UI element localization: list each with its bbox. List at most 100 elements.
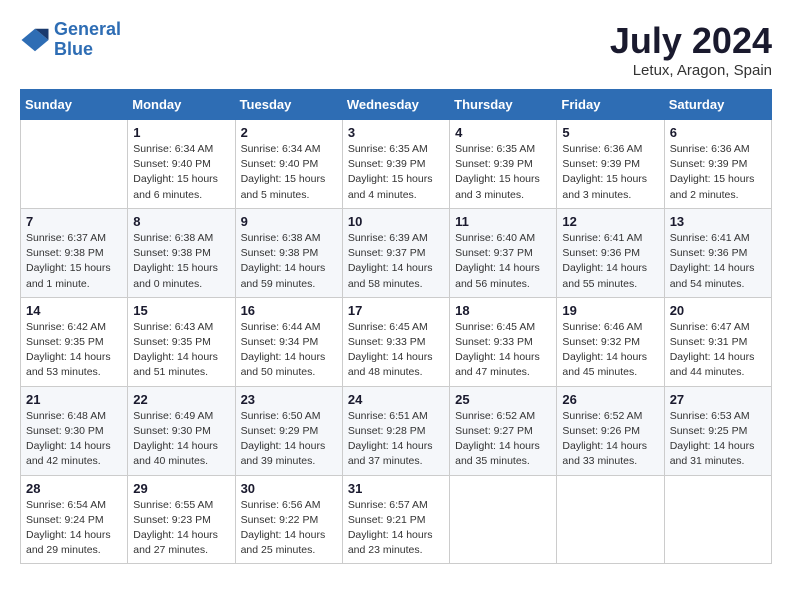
page-header: General Blue July 2024 Letux, Aragon, Sp… xyxy=(20,20,772,79)
calendar-table: SundayMondayTuesdayWednesdayThursdayFrid… xyxy=(20,89,772,564)
calendar-cell: 24 Sunrise: 6:51 AMSunset: 9:28 PMDayligh… xyxy=(342,386,449,475)
day-info: Sunrise: 6:41 AMSunset: 9:36 PMDaylight:… xyxy=(670,231,766,292)
day-info: Sunrise: 6:35 AMSunset: 9:39 PMDaylight:… xyxy=(455,142,551,203)
day-number: 6 xyxy=(670,125,766,140)
day-number: 13 xyxy=(670,214,766,229)
day-number: 9 xyxy=(241,214,337,229)
day-info: Sunrise: 6:45 AMSunset: 9:33 PMDaylight:… xyxy=(348,320,444,381)
week-row-2: 7 Sunrise: 6:37 AMSunset: 9:38 PMDaylight… xyxy=(21,208,772,297)
logo-line1: General xyxy=(54,19,121,39)
day-number: 15 xyxy=(133,303,229,318)
day-info: Sunrise: 6:36 AMSunset: 9:39 PMDaylight:… xyxy=(562,142,658,203)
day-number: 23 xyxy=(241,392,337,407)
day-number: 2 xyxy=(241,125,337,140)
day-info: Sunrise: 6:34 AMSunset: 9:40 PMDaylight:… xyxy=(241,142,337,203)
day-info: Sunrise: 6:42 AMSunset: 9:35 PMDaylight:… xyxy=(26,320,122,381)
title-block: July 2024 Letux, Aragon, Spain xyxy=(610,20,772,79)
logo-line2: Blue xyxy=(54,39,93,59)
day-number: 24 xyxy=(348,392,444,407)
day-info: Sunrise: 6:45 AMSunset: 9:33 PMDaylight:… xyxy=(455,320,551,381)
calendar-cell: 10Sunrise: 6:39 AMSunset: 9:37 PMDayligh… xyxy=(342,208,449,297)
week-row-1: 1 Sunrise: 6:34 AMSunset: 9:40 PMDaylight… xyxy=(21,120,772,209)
calendar-cell: 14 Sunrise: 6:42 AMSunset: 9:35 PMDayligh… xyxy=(21,297,128,386)
calendar-cell: 22 Sunrise: 6:49 AMSunset: 9:30 PMDayligh… xyxy=(128,386,235,475)
calendar-cell: 13 Sunrise: 6:41 AMSunset: 9:36 PMDayligh… xyxy=(664,208,771,297)
calendar-cell: 17 Sunrise: 6:45 AMSunset: 9:33 PMDayligh… xyxy=(342,297,449,386)
day-info: Sunrise: 6:34 AMSunset: 9:40 PMDaylight:… xyxy=(133,142,229,203)
calendar-cell xyxy=(21,120,128,209)
calendar-cell: 27 Sunrise: 6:53 AMSunset: 9:25 PMDayligh… xyxy=(664,386,771,475)
day-info: Sunrise: 6:49 AMSunset: 9:30 PMDaylight:… xyxy=(133,409,229,470)
calendar-cell: 29 Sunrise: 6:55 AMSunset: 9:23 PMDayligh… xyxy=(128,475,235,564)
day-info: Sunrise: 6:36 AMSunset: 9:39 PMDaylight:… xyxy=(670,142,766,203)
day-info: Sunrise: 6:38 AMSunset: 9:38 PMDaylight:… xyxy=(133,231,229,292)
day-info: Sunrise: 6:48 AMSunset: 9:30 PMDaylight:… xyxy=(26,409,122,470)
calendar-cell: 26 Sunrise: 6:52 AMSunset: 9:26 PMDayligh… xyxy=(557,386,664,475)
day-number: 26 xyxy=(562,392,658,407)
day-number: 11 xyxy=(455,214,551,229)
day-info: Sunrise: 6:35 AMSunset: 9:39 PMDaylight:… xyxy=(348,142,444,203)
header-monday: Monday xyxy=(128,90,235,120)
day-info: Sunrise: 6:50 AMSunset: 9:29 PMDaylight:… xyxy=(241,409,337,470)
day-number: 16 xyxy=(241,303,337,318)
calendar-cell: 9 Sunrise: 6:38 AMSunset: 9:38 PMDaylight… xyxy=(235,208,342,297)
day-number: 4 xyxy=(455,125,551,140)
calendar-cell: 20 Sunrise: 6:47 AMSunset: 9:31 PMDayligh… xyxy=(664,297,771,386)
day-info: Sunrise: 6:55 AMSunset: 9:23 PMDaylight:… xyxy=(133,498,229,559)
day-info: Sunrise: 6:56 AMSunset: 9:22 PMDaylight:… xyxy=(241,498,337,559)
calendar-cell: 16 Sunrise: 6:44 AMSunset: 9:34 PMDayligh… xyxy=(235,297,342,386)
day-info: Sunrise: 6:40 AMSunset: 9:37 PMDaylight:… xyxy=(455,231,551,292)
day-info: Sunrise: 6:37 AMSunset: 9:38 PMDaylight:… xyxy=(26,231,122,292)
day-info: Sunrise: 6:47 AMSunset: 9:31 PMDaylight:… xyxy=(670,320,766,381)
header-wednesday: Wednesday xyxy=(342,90,449,120)
calendar-cell: 3 Sunrise: 6:35 AMSunset: 9:39 PMDaylight… xyxy=(342,120,449,209)
calendar-cell: 18Sunrise: 6:45 AMSunset: 9:33 PMDayligh… xyxy=(450,297,557,386)
month-title: July 2024 xyxy=(610,20,772,62)
calendar-cell: 31Sunrise: 6:57 AMSunset: 9:21 PMDayligh… xyxy=(342,475,449,564)
calendar-cell: 6 Sunrise: 6:36 AMSunset: 9:39 PMDaylight… xyxy=(664,120,771,209)
calendar-cell xyxy=(450,475,557,564)
day-number: 21 xyxy=(26,392,122,407)
day-number: 1 xyxy=(133,125,229,140)
location: Letux, Aragon, Spain xyxy=(610,62,772,79)
calendar-cell xyxy=(664,475,771,564)
day-info: Sunrise: 6:41 AMSunset: 9:36 PMDaylight:… xyxy=(562,231,658,292)
week-row-4: 21 Sunrise: 6:48 AMSunset: 9:30 PMDayligh… xyxy=(21,386,772,475)
day-number: 22 xyxy=(133,392,229,407)
day-number: 3 xyxy=(348,125,444,140)
day-number: 29 xyxy=(133,481,229,496)
logo-text: General Blue xyxy=(54,20,121,60)
header-saturday: Saturday xyxy=(664,90,771,120)
calendar-cell: 19 Sunrise: 6:46 AMSunset: 9:32 PMDayligh… xyxy=(557,297,664,386)
day-info: Sunrise: 6:46 AMSunset: 9:32 PMDaylight:… xyxy=(562,320,658,381)
day-number: 5 xyxy=(562,125,658,140)
day-info: Sunrise: 6:52 AMSunset: 9:26 PMDaylight:… xyxy=(562,409,658,470)
calendar-cell: 30Sunrise: 6:56 AMSunset: 9:22 PMDayligh… xyxy=(235,475,342,564)
calendar-cell: 15 Sunrise: 6:43 AMSunset: 9:35 PMDayligh… xyxy=(128,297,235,386)
day-info: Sunrise: 6:51 AMSunset: 9:28 PMDaylight:… xyxy=(348,409,444,470)
day-info: Sunrise: 6:44 AMSunset: 9:34 PMDaylight:… xyxy=(241,320,337,381)
day-info: Sunrise: 6:53 AMSunset: 9:25 PMDaylight:… xyxy=(670,409,766,470)
day-info: Sunrise: 6:52 AMSunset: 9:27 PMDaylight:… xyxy=(455,409,551,470)
day-number: 19 xyxy=(562,303,658,318)
calendar-header-row: SundayMondayTuesdayWednesdayThursdayFrid… xyxy=(21,90,772,120)
header-sunday: Sunday xyxy=(21,90,128,120)
day-number: 17 xyxy=(348,303,444,318)
logo-icon xyxy=(20,25,50,55)
day-number: 7 xyxy=(26,214,122,229)
day-info: Sunrise: 6:39 AMSunset: 9:37 PMDaylight:… xyxy=(348,231,444,292)
calendar-cell: 28Sunrise: 6:54 AMSunset: 9:24 PMDayligh… xyxy=(21,475,128,564)
calendar-cell: 11 Sunrise: 6:40 AMSunset: 9:37 PMDayligh… xyxy=(450,208,557,297)
calendar-cell: 23 Sunrise: 6:50 AMSunset: 9:29 PMDayligh… xyxy=(235,386,342,475)
calendar-cell: 12Sunrise: 6:41 AMSunset: 9:36 PMDayligh… xyxy=(557,208,664,297)
day-info: Sunrise: 6:38 AMSunset: 9:38 PMDaylight:… xyxy=(241,231,337,292)
day-number: 27 xyxy=(670,392,766,407)
header-tuesday: Tuesday xyxy=(235,90,342,120)
calendar-cell: 25Sunrise: 6:52 AMSunset: 9:27 PMDayligh… xyxy=(450,386,557,475)
day-number: 14 xyxy=(26,303,122,318)
logo: General Blue xyxy=(20,20,121,60)
day-number: 20 xyxy=(670,303,766,318)
calendar-cell: 21 Sunrise: 6:48 AMSunset: 9:30 PMDayligh… xyxy=(21,386,128,475)
day-info: Sunrise: 6:43 AMSunset: 9:35 PMDaylight:… xyxy=(133,320,229,381)
day-number: 31 xyxy=(348,481,444,496)
